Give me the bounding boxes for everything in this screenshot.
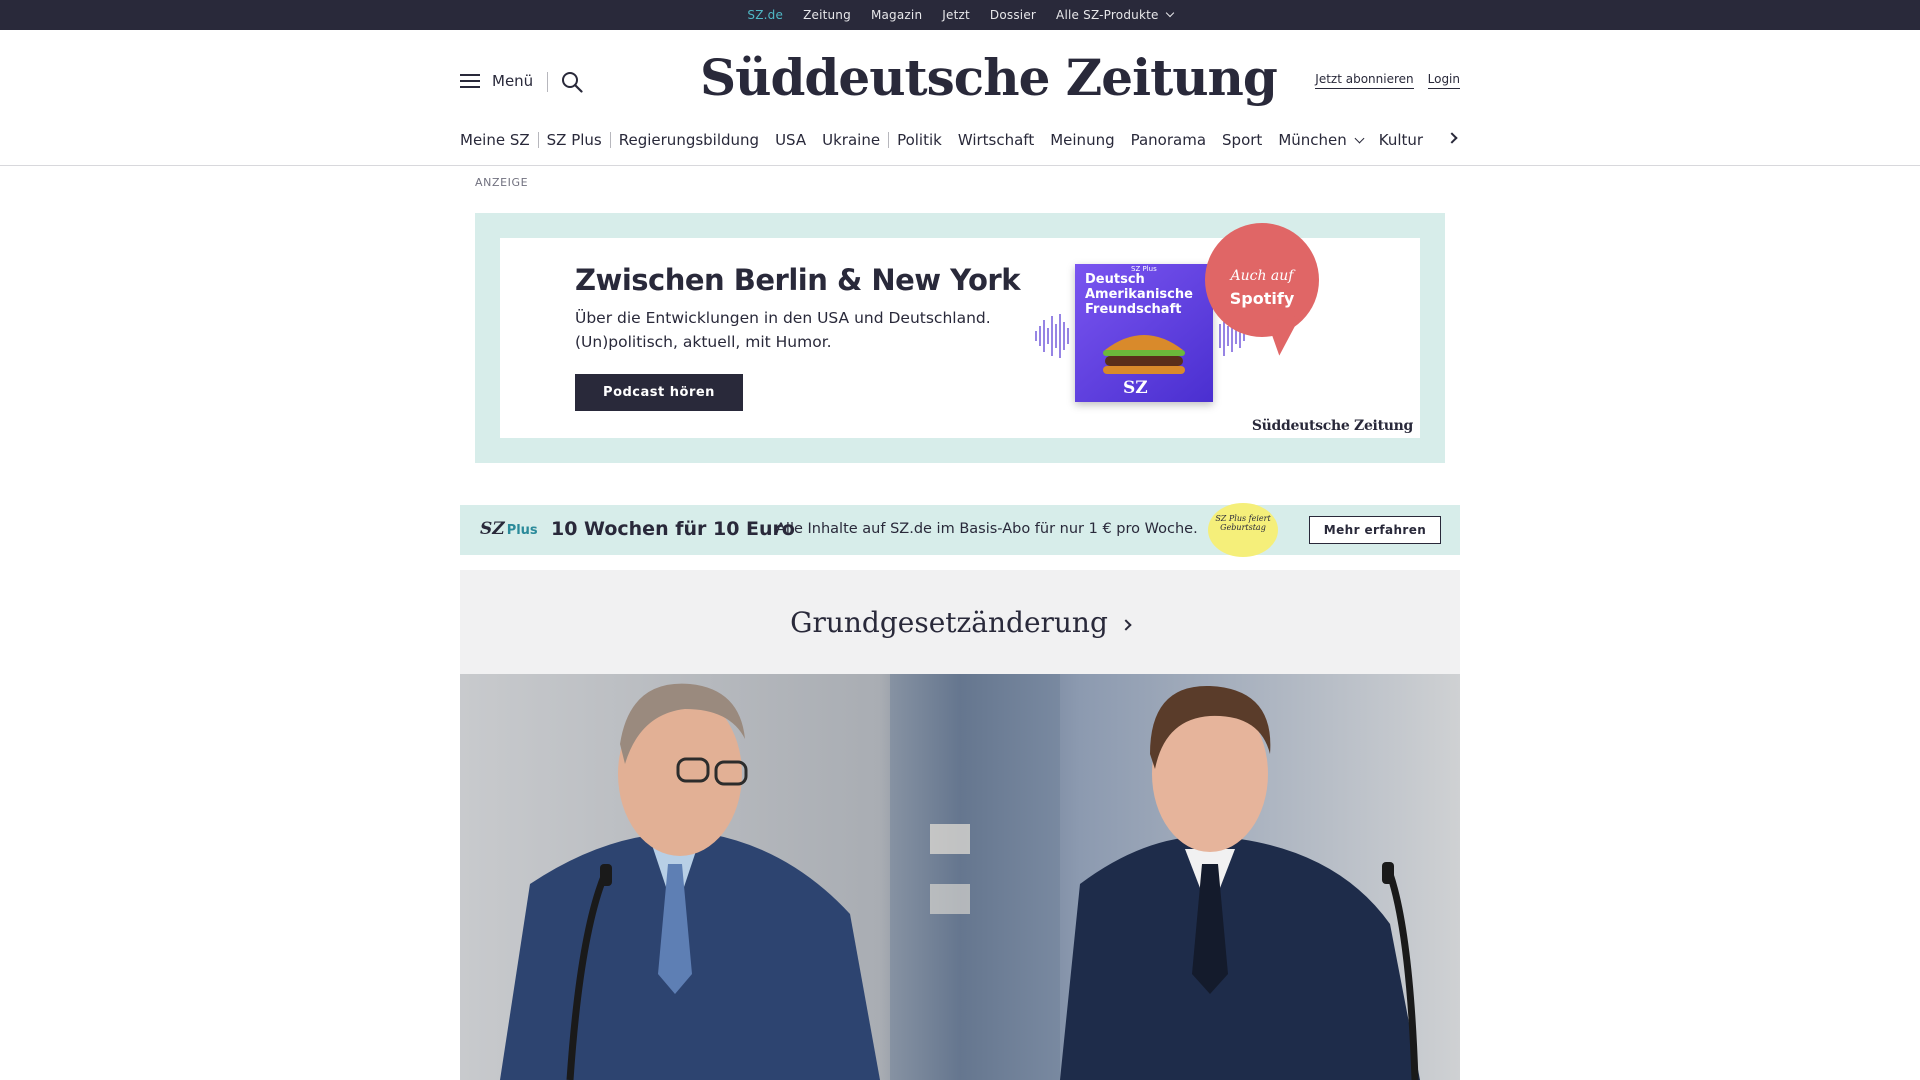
cover-title: Deutsch Amerikanische Freundschaft bbox=[1085, 272, 1193, 317]
burger-icon bbox=[1103, 335, 1185, 374]
chevron-down-icon bbox=[1165, 8, 1174, 18]
sz-plus-logo: SZ Plus bbox=[480, 519, 538, 539]
menu-button[interactable]: Menü bbox=[460, 72, 533, 90]
product-dropdown[interactable]: Alle SZ-Produkte bbox=[1056, 8, 1174, 22]
ressort-muenchen-label: München bbox=[1278, 131, 1347, 149]
ressort-muenchen[interactable]: München bbox=[1278, 131, 1365, 149]
ressort-regierungsbildung[interactable]: Regierungsbildung bbox=[619, 131, 759, 149]
product-link-magazin[interactable]: Magazin bbox=[871, 8, 922, 22]
menu-label: Menü bbox=[492, 72, 534, 90]
podcast-button[interactable]: Podcast hören bbox=[575, 374, 743, 411]
product-link-zeitung[interactable]: Zeitung bbox=[803, 8, 851, 22]
topic-title-row: Grundgesetzänderung bbox=[460, 606, 1460, 639]
birthday-badge-text: SZ Plus feiert Geburtstag bbox=[1215, 514, 1271, 532]
product-link-dossier[interactable]: Dossier bbox=[990, 8, 1036, 22]
ressort-ukraine[interactable]: Ukraine bbox=[822, 131, 880, 149]
divider bbox=[547, 72, 548, 92]
divider bbox=[888, 132, 890, 148]
ressort-meinung[interactable]: Meinung bbox=[1050, 131, 1114, 149]
bubble-line-2: Spotify bbox=[1229, 289, 1295, 308]
site-logo[interactable]: Süddeutsche Zeitung bbox=[700, 48, 1278, 107]
product-dropdown-label: Alle SZ-Produkte bbox=[1056, 8, 1159, 22]
site-header: Menü Süddeutsche Zeitung Jetzt abonniere… bbox=[0, 30, 1920, 166]
bubble-tail bbox=[1267, 315, 1307, 357]
hero-image[interactable] bbox=[460, 674, 1460, 1080]
ressort-sport[interactable]: Sport bbox=[1222, 131, 1262, 149]
hamburger-icon bbox=[460, 74, 480, 88]
sz-plus-logo-suffix: Plus bbox=[506, 523, 538, 538]
topic-title: Grundgesetzänderung bbox=[790, 606, 1108, 639]
hero-photo bbox=[460, 674, 1460, 1080]
podcast-cover[interactable]: SZ Plus Deutsch Amerikanische Freundscha… bbox=[1075, 264, 1213, 402]
chevron-right-icon bbox=[1120, 619, 1132, 631]
divider bbox=[537, 132, 539, 148]
ad-footer-logo: Süddeutsche Zeitung bbox=[1251, 418, 1413, 434]
promo-headline: 10 Wochen für 10 Euro bbox=[551, 518, 795, 540]
ad-content: Zwischen Berlin & New York Über die Entw… bbox=[500, 223, 1420, 438]
ad-title: Zwischen Berlin & New York bbox=[575, 263, 1021, 297]
ressort-kultur[interactable]: Kultur bbox=[1379, 131, 1423, 149]
ad-label: ANZEIGE bbox=[475, 176, 529, 189]
sz-plus-logo-main: SZ bbox=[480, 519, 505, 539]
ressort-politik[interactable]: Politik bbox=[897, 131, 942, 149]
ressort-wirtschaft[interactable]: Wirtschaft bbox=[958, 131, 1034, 149]
login-link[interactable]: Login bbox=[1427, 72, 1460, 89]
product-bar: SZ.de Zeitung Magazin Jetzt Dossier Alle… bbox=[0, 0, 1920, 34]
account-links: Jetzt abonnieren Login bbox=[1315, 72, 1460, 89]
ad-text: Über die Entwicklungen in den USA und De… bbox=[575, 309, 991, 351]
ressort-meine-sz[interactable]: Meine SZ bbox=[460, 131, 530, 149]
search-icon[interactable] bbox=[561, 71, 583, 93]
chevron-right-icon[interactable] bbox=[1446, 132, 1458, 144]
sz-plus-promo: SZ Plus 10 Wochen für 10 Euro Alle Inhalt… bbox=[460, 503, 1460, 557]
divider bbox=[609, 132, 611, 148]
subscribe-link[interactable]: Jetzt abonnieren bbox=[1315, 72, 1414, 89]
ressort-nav: Meine SZ SZ Plus Regierungsbildung USA U… bbox=[460, 130, 1423, 150]
ressort-usa[interactable]: USA bbox=[775, 131, 806, 149]
bubble-line-1: Auch auf bbox=[1230, 268, 1294, 284]
topic-header[interactable]: Grundgesetzänderung bbox=[460, 570, 1460, 674]
cover-logo: SZ bbox=[1123, 378, 1148, 398]
ressort-panorama[interactable]: Panorama bbox=[1131, 131, 1206, 149]
product-link-jetzt[interactable]: Jetzt bbox=[942, 8, 970, 22]
product-link-szde[interactable]: SZ.de bbox=[747, 8, 783, 34]
ressort-sz-plus[interactable]: SZ Plus bbox=[547, 131, 602, 149]
ad-banner[interactable]: Zwischen Berlin & New York Über die Entw… bbox=[475, 213, 1445, 463]
product-nav: SZ.de Zeitung Magazin Jetzt Dossier Alle… bbox=[0, 0, 1920, 34]
chevron-down-icon bbox=[1354, 133, 1365, 144]
promo-text: Alle Inhalte auf SZ.de im Basis-Abo für … bbox=[776, 521, 1198, 537]
mehr-erfahren-button[interactable]: Mehr erfahren bbox=[1309, 516, 1441, 544]
